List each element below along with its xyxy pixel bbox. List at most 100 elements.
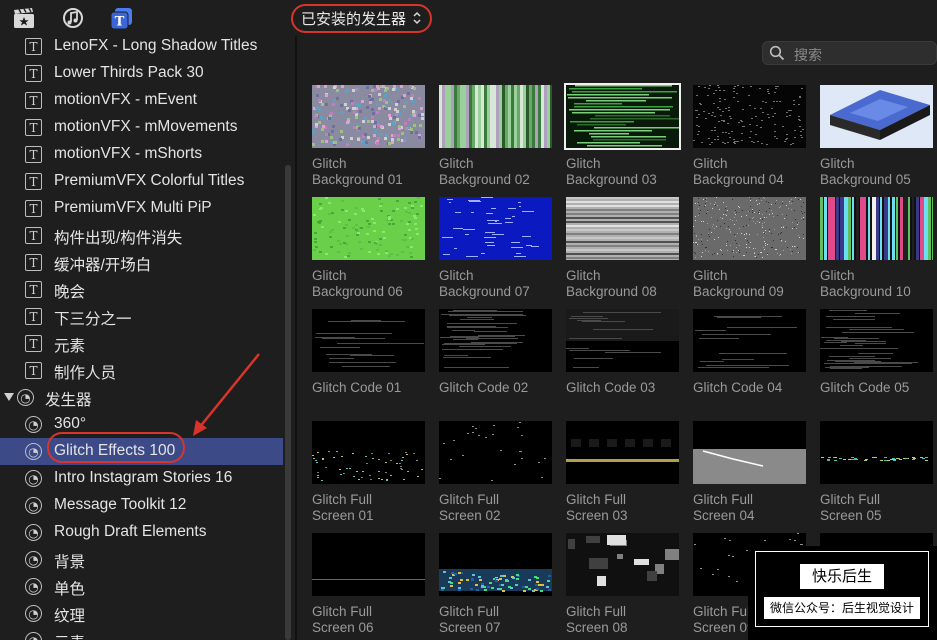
generator-tile[interactable]: Glitch Code 05	[820, 309, 933, 396]
generator-thumbnail[interactable]	[566, 533, 679, 596]
generator-name: Glitch Background 08	[566, 268, 657, 299]
library-popup-button[interactable]: 已安装的发生器	[291, 4, 432, 33]
sidebar-item[interactable]: ◔ Intro Instagram Stories 16	[0, 465, 283, 492]
sidebar-item-label: 单色	[54, 581, 86, 598]
sidebar-item[interactable]: T 构件出现/构件消失	[0, 222, 283, 249]
generator-tile[interactable]: Glitch Full Screen 08	[566, 533, 679, 635]
sidebar-item[interactable]: ◔ Message Toolkit 12	[0, 492, 283, 519]
generator-tile[interactable]: Glitch Background 10	[820, 197, 933, 299]
sidebar-item-label: motionVFX - mMovements	[54, 118, 238, 135]
sidebar-item[interactable]: T 下三分之一	[0, 303, 283, 330]
generator-thumbnail[interactable]	[693, 85, 806, 148]
sidebar-item[interactable]: TmotionVFX - mShorts	[0, 141, 283, 168]
sidebar: T LenoFX - Long Shadow Titles T Lower Third…	[0, 36, 295, 640]
generator-tile[interactable]: Glitch Full Screen 02	[439, 421, 552, 523]
generator-icon: ◔	[17, 389, 34, 406]
generator-thumbnail[interactable]	[564, 83, 681, 150]
generator-thumbnail[interactable]	[439, 85, 552, 148]
generator-tile[interactable]: Glitch Background 06	[312, 197, 425, 299]
generator-thumbnail[interactable]	[820, 85, 933, 148]
title-t-icon: T	[25, 227, 42, 244]
sidebar-item-label: 晚会	[54, 284, 86, 301]
music-note-icon[interactable]	[61, 7, 85, 29]
generator-name: Glitch Full Screen 08	[566, 604, 628, 635]
generator-tile[interactable]: Glitch Full Screen 01	[312, 421, 425, 523]
generator-tile[interactable]: Glitch Full Screen 05	[820, 421, 933, 523]
generator-tile[interactable]: Glitch Code 03	[566, 309, 679, 396]
generator-icon: ◔	[25, 470, 42, 487]
annotation-circle	[47, 432, 185, 463]
generator-thumbnail[interactable]	[439, 421, 552, 484]
generator-thumbnail[interactable]	[439, 533, 552, 596]
generator-tile[interactable]: Glitch Full Screen 06	[312, 533, 425, 635]
title-t-icon: T	[25, 254, 42, 271]
generator-thumbnail[interactable]	[693, 197, 806, 260]
generator-thumbnail[interactable]	[312, 421, 425, 484]
generator-icon: ◔	[25, 578, 42, 595]
sidebar-item-label: 构件出现/构件消失	[54, 230, 183, 247]
generator-tile[interactable]: Glitch Code 04	[693, 309, 806, 396]
generator-tile[interactable]: Glitch Background 08	[566, 197, 679, 299]
generator-name: Glitch Code 01	[312, 380, 402, 395]
search-field[interactable]: 搜索	[762, 41, 937, 65]
sidebar-item[interactable]: TmotionVFX - mMovements	[0, 114, 283, 141]
generator-name: Glitch Code 02	[439, 380, 529, 395]
generator-tile[interactable]: Glitch Full Screen 07	[439, 533, 552, 635]
generator-thumbnail[interactable]	[312, 85, 425, 148]
sidebar-item[interactable]: T 晚会	[0, 276, 283, 303]
generator-tile[interactable]: Glitch Code 02	[439, 309, 552, 396]
generator-thumbnail[interactable]	[820, 197, 933, 260]
sidebar-item[interactable]: ◔ 元素	[0, 627, 283, 640]
generator-tile[interactable]: Glitch Background 04	[693, 85, 806, 187]
sidebar-item[interactable]: T LenoFX - Long Shadow Titles	[0, 36, 283, 60]
generator-thumbnail[interactable]	[820, 421, 933, 484]
generator-tile[interactable]: Glitch Full Screen 03	[566, 421, 679, 523]
generator-thumbnail[interactable]	[820, 309, 933, 372]
sidebar-item-label: 纹理	[54, 608, 86, 625]
generator-name: Glitch Full Screen 06	[312, 604, 374, 635]
generator-tile[interactable]: Glitch Background 01	[312, 85, 425, 187]
generator-thumbnail[interactable]	[312, 309, 425, 372]
sidebar-item[interactable]: TmotionVFX - mEvent	[0, 87, 283, 114]
generator-thumbnail[interactable]	[312, 197, 425, 260]
sidebar-item[interactable]: ◔ Rough Draft Elements	[0, 519, 283, 546]
sidebar-item-label: 制作人员	[54, 365, 117, 382]
watermark-title: 快乐后生	[800, 564, 884, 589]
titles-generators-icon[interactable]: T	[110, 7, 134, 29]
sidebar-item[interactable]: ◔ 背景	[0, 546, 283, 573]
sidebar-item[interactable]: T PremiumVFX Colorful Titles	[0, 168, 283, 195]
sidebar-item-label: 背景	[54, 554, 86, 571]
generator-thumbnail[interactable]	[439, 309, 552, 372]
sidebar-item-label: Message Toolkit 12	[54, 496, 187, 513]
sidebar-item[interactable]: ◔ 纹理	[0, 600, 283, 627]
sidebar-item[interactable]: ◔ 单色	[0, 573, 283, 600]
generator-tile[interactable]: Glitch Background 05	[820, 85, 933, 187]
generator-tile[interactable]: Glitch Background 09	[693, 197, 806, 299]
generator-thumbnail[interactable]	[566, 309, 679, 372]
sidebar-item-label: 缓冲器/开场白	[54, 257, 152, 274]
generator-thumbnail[interactable]	[566, 421, 679, 484]
generator-tile[interactable]: Glitch Background 02	[439, 85, 552, 187]
generator-tile[interactable]: Glitch Full Screen 04	[693, 421, 806, 523]
sidebar-item[interactable]: T 缓冲器/开场白	[0, 249, 283, 276]
generator-tile[interactable]: Glitch Code 01	[312, 309, 425, 396]
sidebar-item-label: PremiumVFX Colorful Titles	[54, 172, 245, 189]
popup-label: 已安装的发生器	[301, 10, 407, 28]
clapper-star-icon[interactable]	[12, 7, 36, 29]
generator-thumbnail[interactable]	[693, 421, 806, 484]
generator-name: Glitch Background 02	[439, 156, 530, 187]
generator-name: Glitch Full Screen 07	[439, 604, 501, 635]
sidebar-item[interactable]: T PremiumVFX Multi PiP	[0, 195, 283, 222]
generator-name: Glitch Code 05	[820, 380, 910, 395]
generator-name: Glitch Background 10	[820, 268, 911, 299]
generator-tile[interactable]: Glitch Background 03	[564, 83, 681, 187]
sidebar-item[interactable]: T Lower Thirds Pack 30	[0, 60, 283, 87]
disclosure-triangle-icon[interactable]	[4, 393, 14, 401]
generator-tile[interactable]: Glitch Background 07	[439, 197, 552, 299]
generator-thumbnail[interactable]	[439, 197, 552, 260]
generator-thumbnail[interactable]	[312, 533, 425, 596]
generator-thumbnail[interactable]	[693, 309, 806, 372]
generator-thumbnail[interactable]	[566, 197, 679, 260]
sidebar-scrollbar[interactable]	[285, 165, 291, 640]
annotation-arrow-icon	[193, 353, 260, 436]
